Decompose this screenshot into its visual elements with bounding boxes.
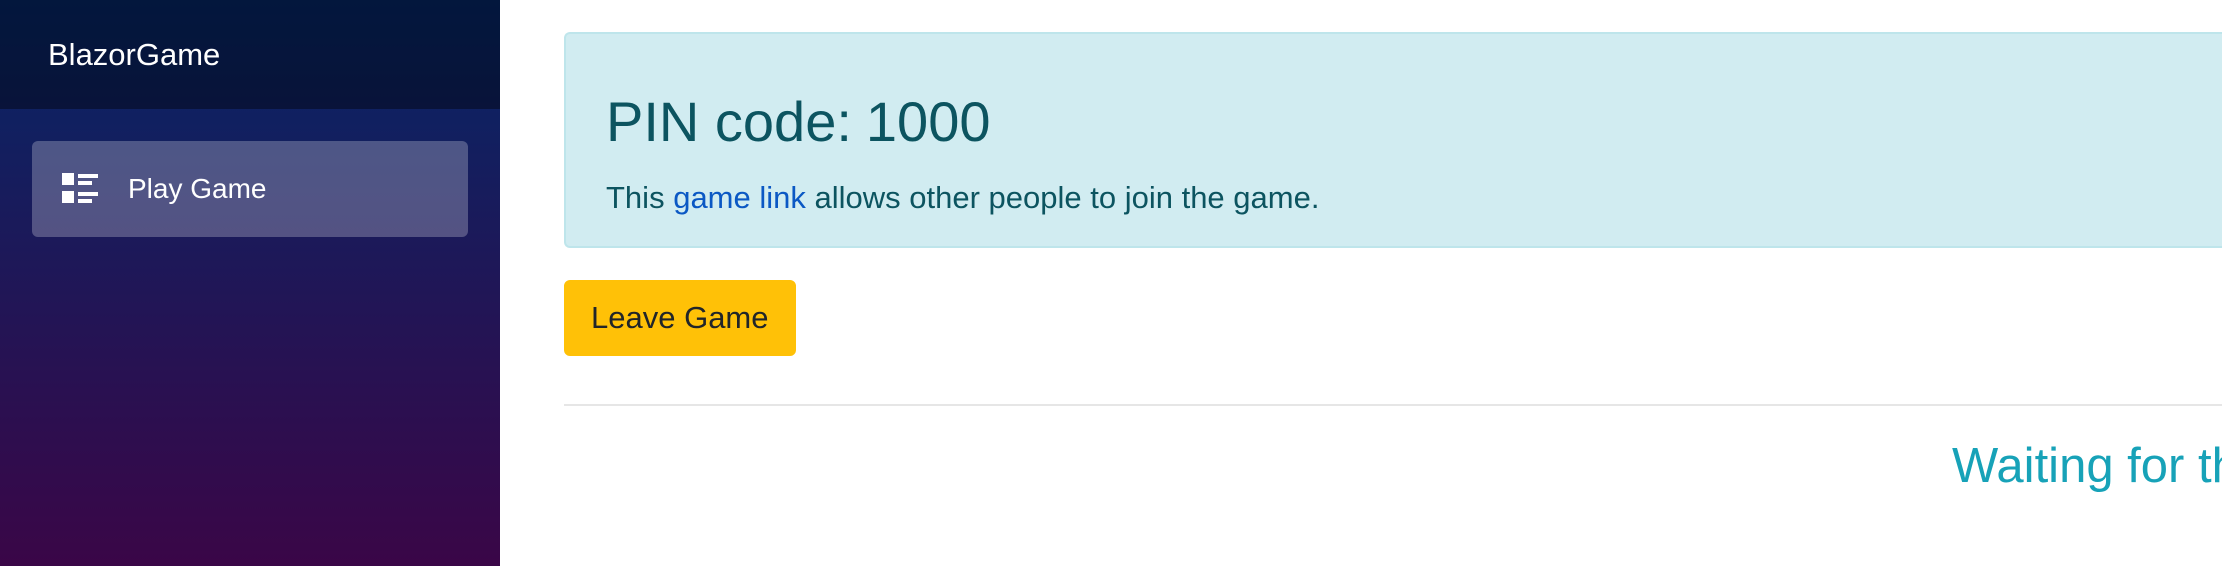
main-content: PIN code: 1000 This game link allows oth… xyxy=(500,0,2222,566)
app-root: BlazorGame Play Game PIN code: 1000 This… xyxy=(0,0,2222,566)
waiting-status: Waiting for the game to start. xyxy=(1952,439,2222,493)
sidebar-nav: Play Game xyxy=(0,109,500,237)
brand-link[interactable]: BlazorGame xyxy=(48,37,220,73)
list-rich-icon xyxy=(62,173,98,205)
pin-label: PIN code: xyxy=(606,90,852,153)
sidebar-item-label: Play Game xyxy=(128,173,267,204)
game-link[interactable]: game link xyxy=(673,180,806,215)
pin-text-before: This xyxy=(606,180,665,215)
pin-alert: PIN code: 1000 This game link allows oth… xyxy=(564,32,2222,248)
sidebar-item-play-game[interactable]: Play Game xyxy=(32,141,468,237)
pin-heading: PIN code: 1000 xyxy=(606,94,2182,150)
brand-bar: BlazorGame xyxy=(0,0,500,109)
pin-text-after: allows other people to join the game. xyxy=(814,180,1320,215)
pin-description: This game link allows other people to jo… xyxy=(606,180,2182,216)
pin-value: 1000 xyxy=(865,90,991,153)
leave-game-button[interactable]: Leave Game xyxy=(564,280,796,356)
sidebar: BlazorGame Play Game xyxy=(0,0,500,566)
divider xyxy=(564,404,2222,406)
